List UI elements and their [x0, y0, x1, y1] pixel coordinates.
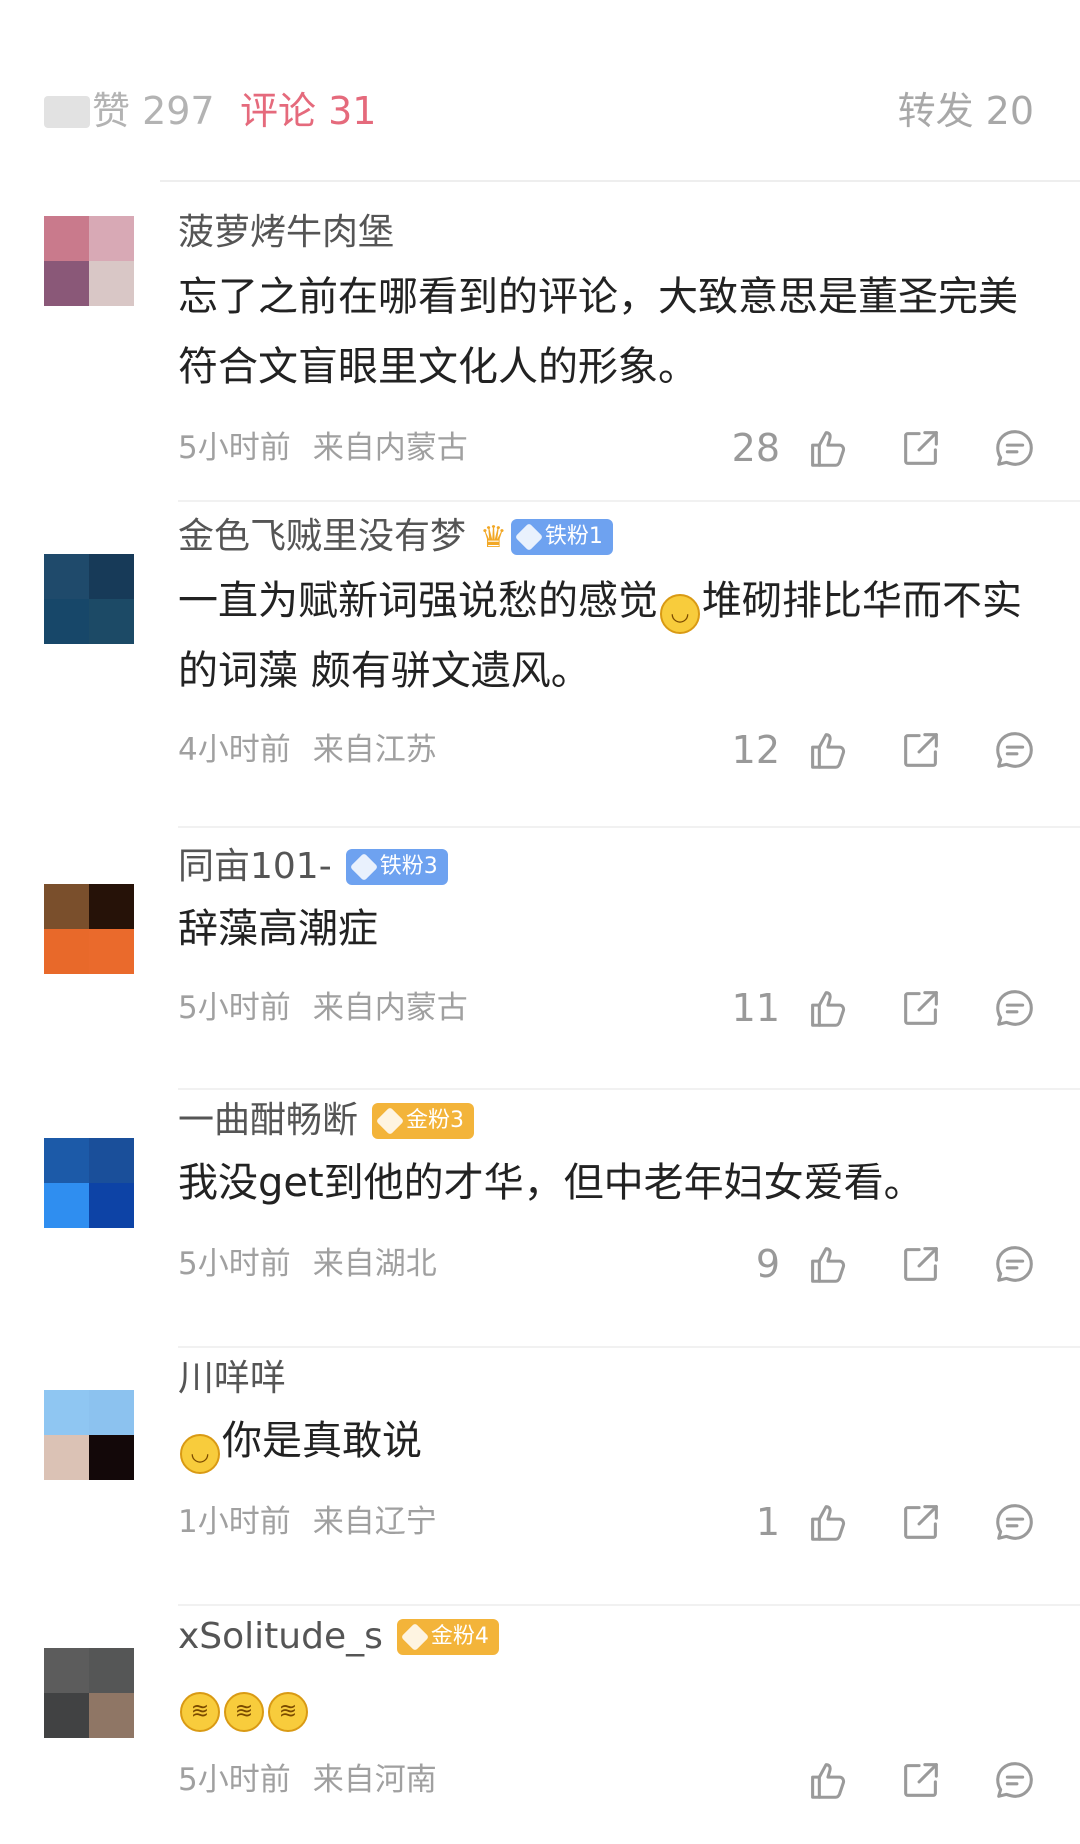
diamond-icon: [400, 1622, 430, 1652]
username[interactable]: 一曲酣畅断: [178, 1098, 358, 1144]
username-line: xSolitude_s 金粉4: [178, 1614, 499, 1660]
comment-time: 5小时前: [178, 430, 291, 466]
comment-meta: 5小时前 来自内蒙古: [178, 986, 468, 1030]
comment-actions: 1: [560, 1497, 1080, 1547]
username[interactable]: 川咩咩: [178, 1356, 286, 1402]
comment-text: 辞藻高潮症: [178, 906, 378, 952]
like-count: 28: [731, 426, 780, 470]
divider: [178, 826, 1080, 828]
username[interactable]: 菠萝烤牛肉堡: [178, 210, 394, 256]
repost-icon[interactable]: [898, 425, 944, 471]
reply-icon[interactable]: [992, 985, 1038, 1031]
comment-actions: 11: [560, 983, 1080, 1033]
comment-meta: 1小时前 来自辽宁: [178, 1500, 437, 1544]
blurred-text: [44, 96, 90, 128]
comment-text: 我没get到他的才华，但中老年妇女爱看。: [178, 1160, 924, 1206]
comment-item: 川咩咩 ◡ 你是真敢说 1小时前 来自辽宁 1: [0, 1346, 1080, 1606]
like-icon[interactable]: [804, 1499, 850, 1545]
like-count: 12: [731, 728, 780, 772]
username[interactable]: 同亩101-: [178, 844, 332, 890]
username-line: 菠萝烤牛肉堡: [178, 210, 394, 256]
like-icon[interactable]: [804, 425, 850, 471]
comment-time: 5小时前: [178, 1246, 291, 1282]
comment-text: 一直为赋新词强说愁的感觉 ◡ 堆砌排比华而不实的词藻 颇有骈文遗风。: [178, 578, 1022, 694]
diamond-icon: [514, 522, 544, 552]
reply-icon[interactable]: [992, 1757, 1038, 1803]
username[interactable]: xSolitude_s: [178, 1614, 383, 1660]
comment-item: 菠萝烤牛肉堡 忘了之前在哪看到的评论，大致意思是董圣完美符合文盲眼里文化人的形象…: [0, 182, 1080, 502]
username[interactable]: 金色飞贼里没有梦: [178, 514, 466, 560]
avatar[interactable]: [44, 554, 134, 644]
comment-time: 5小时前: [178, 990, 291, 1026]
comment-actions: [560, 1755, 1080, 1805]
comment-meta: 5小时前 来自湖北: [178, 1242, 437, 1286]
like-count: 11: [731, 986, 780, 1030]
comment-location: 来自河南: [312, 1762, 437, 1798]
reply-icon[interactable]: [992, 727, 1038, 773]
comment-text: ◡ 你是真敢说: [178, 1406, 1028, 1476]
comment-item: xSolitude_s 金粉4 ≋ ≋ ≋ 5小时前 来自河南: [0, 1604, 1080, 1844]
like-count: 1: [755, 1500, 780, 1544]
comment-tabs: 赞 297 评论 31 转发 20: [0, 0, 1080, 182]
comment-location: 来自内蒙古: [312, 430, 468, 466]
comment-meta: 4小时前 来自江苏: [178, 728, 437, 772]
username-line: 川咩咩: [178, 1356, 286, 1402]
comment-location: 来自辽宁: [312, 1504, 437, 1540]
like-icon[interactable]: [804, 1241, 850, 1287]
diamond-icon: [349, 852, 378, 882]
username-line: 金色飞贼里没有梦 ♛ 铁粉1: [178, 514, 613, 560]
comment-meta: 5小时前 来自河南: [178, 1758, 437, 1802]
smile-emoji-icon: ◡: [180, 1434, 220, 1474]
comment-text: 忘了之前在哪看到的评论，大致意思是董圣完美符合文盲眼里文化人的形象。: [178, 274, 1018, 390]
reply-icon[interactable]: [992, 1241, 1038, 1287]
like-icon[interactable]: [804, 985, 850, 1031]
fan-badge: 铁粉1: [510, 519, 613, 555]
tab-likes[interactable]: 赞 297: [44, 86, 215, 136]
comment-actions: 28: [560, 423, 1080, 473]
repost-icon[interactable]: [898, 1757, 944, 1803]
like-count: 9: [755, 1242, 780, 1286]
dizzy-emoji-icon: ≋: [224, 1692, 264, 1732]
avatar[interactable]: [44, 1138, 134, 1228]
avatar[interactable]: [44, 884, 134, 974]
comment-text: ≋ ≋ ≋: [178, 1664, 1028, 1734]
comment-item: 一曲酣畅断 金粉3 我没get到他的才华，但中老年妇女爱看。 5小时前 来自湖北 …: [0, 1088, 1080, 1348]
comment-item: 金色飞贼里没有梦 ♛ 铁粉1 一直为赋新词强说愁的感觉 ◡ 堆砌排比华而不实的词藻 …: [0, 502, 1080, 832]
comment-time: 1小时前: [178, 1504, 291, 1540]
tab-comments[interactable]: 评论 31: [240, 86, 376, 136]
comment-time: 5小时前: [178, 1762, 291, 1798]
comment-location: 来自江苏: [312, 732, 437, 768]
tab-reposts[interactable]: 转发 20: [898, 86, 1034, 136]
username-line: 同亩101- 铁粉3: [178, 844, 448, 890]
comment-item: 同亩101- 铁粉3 辞藻高潮症 5小时前 来自内蒙古 11: [0, 832, 1080, 1090]
fan-badge: 金粉3: [372, 1103, 475, 1139]
reply-icon[interactable]: [992, 425, 1038, 471]
diamond-icon: [375, 1106, 405, 1136]
comment-list: 菠萝烤牛肉堡 忘了之前在哪看到的评论，大致意思是董圣完美符合文盲眼里文化人的形象…: [0, 182, 1080, 1844]
dizzy-emoji-icon: ≋: [268, 1692, 308, 1732]
like-icon[interactable]: [804, 1757, 850, 1803]
comment-actions: 12: [560, 725, 1080, 775]
fan-badge: 金粉4: [396, 1619, 499, 1655]
repost-icon[interactable]: [898, 1241, 944, 1287]
comment-time: 4小时前: [178, 732, 291, 768]
avatar[interactable]: [44, 216, 134, 306]
dizzy-emoji-icon: ≋: [180, 1692, 220, 1732]
comment-meta: 5小时前 来自内蒙古: [178, 426, 468, 470]
avatar[interactable]: [44, 1390, 134, 1480]
comment-actions: 9: [560, 1239, 1080, 1289]
crown-icon: ♛: [480, 519, 507, 555]
comment-location: 来自内蒙古: [312, 990, 468, 1026]
repost-icon[interactable]: [898, 1499, 944, 1545]
laugh-cry-emoji-icon: ◡: [660, 594, 700, 634]
username-line: 一曲酣畅断 金粉3: [178, 1098, 475, 1144]
comment-location: 来自湖北: [312, 1246, 437, 1282]
reply-icon[interactable]: [992, 1499, 1038, 1545]
like-icon[interactable]: [804, 727, 850, 773]
fan-badge: 铁粉3: [345, 849, 448, 885]
avatar[interactable]: [44, 1648, 134, 1738]
repost-icon[interactable]: [898, 985, 944, 1031]
repost-icon[interactable]: [898, 727, 944, 773]
